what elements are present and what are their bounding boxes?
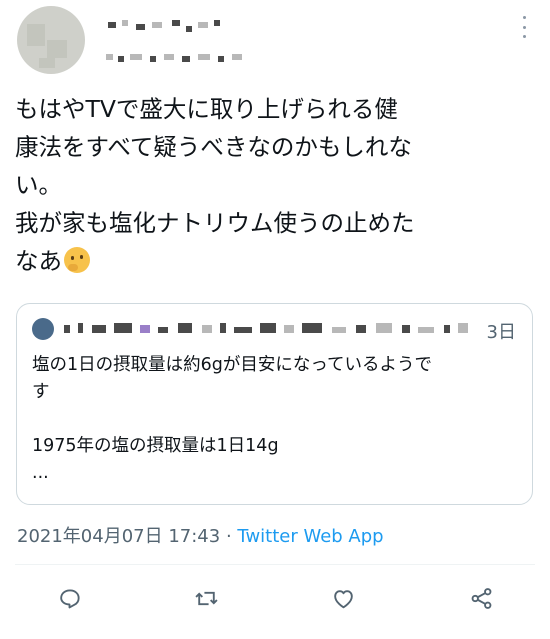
- quoted-text-line: 1975年の塩の摂取量は1日14g: [32, 436, 279, 456]
- source-link[interactable]: Twitter Web App: [237, 526, 383, 547]
- divider: [15, 564, 535, 565]
- like-button[interactable]: [325, 580, 361, 616]
- tweet-date[interactable]: 2021年04月07日 17:43: [17, 526, 220, 547]
- more-options-icon[interactable]: [516, 16, 532, 38]
- quoted-text-blank-line: [32, 406, 522, 433]
- tweet-text-line: い。: [15, 171, 62, 199]
- tweet-text-line-last: なあ: [15, 242, 535, 280]
- tweet-text-line: 康法をすべて疑うべきなのかもしれな: [15, 133, 412, 161]
- thinking-face-icon: [64, 247, 90, 273]
- reply-icon: [59, 588, 80, 608]
- share-icon: [471, 587, 491, 609]
- quoted-tweet-card[interactable]: 3日 塩の1日の摂取量は約6gが目安になっているようで す 1975年の塩の摂取…: [16, 303, 533, 505]
- tweet-text: もはやTVで盛大に取り上げられる健 康法をすべて疑うべきなのかもしれな い。 我…: [15, 90, 535, 280]
- retweet-button[interactable]: [188, 580, 224, 616]
- quoted-author-redacted: [62, 323, 472, 335]
- quoted-tweet-time: 3日: [486, 322, 516, 343]
- tweet-text-fragment: なあ: [15, 247, 62, 275]
- retweet-icon: [194, 591, 218, 605]
- author-name-redacted[interactable]: [106, 18, 236, 32]
- reply-button[interactable]: [51, 580, 87, 616]
- quoted-author-avatar: [32, 318, 54, 340]
- like-icon: [333, 589, 353, 608]
- share-button[interactable]: [463, 580, 499, 616]
- action-bar: [0, 580, 550, 616]
- author-handle-redacted[interactable]: [106, 52, 256, 66]
- tweet-timestamp: 2021年04月07日 17:43 · Twitter Web App: [17, 522, 384, 548]
- tweet-text-line: 我が家も塩化ナトリウム使うの止めた: [15, 209, 415, 237]
- tweet-header: [0, 0, 550, 90]
- quoted-text-line: す: [32, 382, 50, 402]
- quoted-text-ellipsis: ...: [32, 463, 49, 483]
- author-avatar[interactable]: [17, 6, 85, 74]
- tweet-text-line: もはやTVで盛大に取り上げられる健: [15, 95, 398, 123]
- separator-dot: ·: [225, 526, 232, 547]
- quoted-text-line: 塩の1日の摂取量は約6gが目安になっているようで: [32, 355, 432, 375]
- quoted-tweet-text: 塩の1日の摂取量は約6gが目安になっているようで す 1975年の塩の摂取量は1…: [32, 352, 522, 487]
